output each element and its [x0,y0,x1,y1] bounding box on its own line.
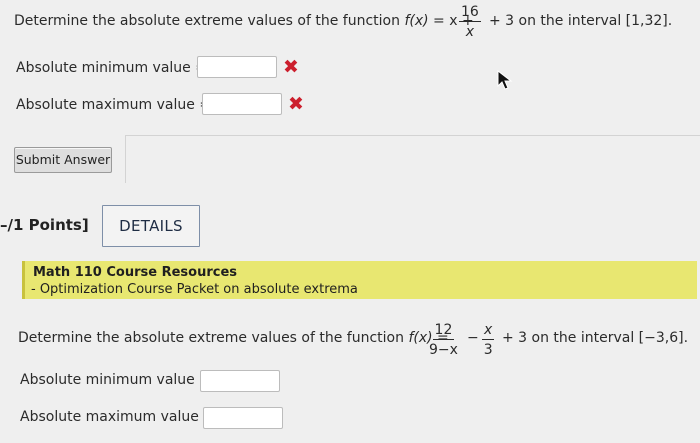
mouse-cursor-icon [497,69,513,94]
q1-fraction-denominator: x [465,24,475,40]
q2-min-label: Absolute minimum value = [20,372,211,388]
q1-min-label: Absolute minimum value = [16,60,207,76]
submit-row-left-border [125,135,126,183]
resources-link[interactable]: - Optimization Course Packet on absolute… [31,282,358,297]
q1-max-label: Absolute maximum value = [16,97,212,113]
q1-prompt-tail: + 3 on the interval [1,32]. [489,13,673,29]
q2-fraction-2-numerator: x [482,322,495,340]
q1-prompt: Determine the absolute extreme values of… [14,13,474,29]
q2-max-label: Absolute maximum value = [20,409,216,425]
q2-max-input[interactable] [203,407,283,429]
details-button[interactable]: DETAILS [102,205,200,247]
q2-fraction-1-numerator: 12 [432,322,455,340]
q1-max-input[interactable] [202,93,282,115]
q1-prompt-text: Determine the absolute extreme values of… [14,13,400,29]
q2-fraction-1: 12 9−x [429,323,458,357]
course-resources-banner: Math 110 Course Resources - Optimization… [22,261,697,299]
q1-fraction-numerator: 16 [459,4,481,22]
submit-row-top-border [125,135,700,136]
q2-fraction-1-denominator: 9−x [429,342,458,358]
q1-min-input[interactable] [197,56,277,78]
q1-max-incorrect-icon: ✖ [288,93,304,115]
q2-prompt-tail: + 3 on the interval [−3,6]. [502,330,689,346]
q1-min-incorrect-icon: ✖ [283,56,299,78]
resources-title: Math 110 Course Resources [33,265,238,280]
q2-prompt: Determine the absolute extreme values of… [18,330,449,346]
submit-answer-button[interactable]: Submit Answer [14,147,112,173]
q1-fraction: 16 x [459,5,481,39]
points-label: –/1 Points] [0,216,89,234]
q2-min-input[interactable] [200,370,280,392]
q2-fraction-2-denominator: 3 [483,342,493,358]
q2-minus: − [467,330,479,346]
q2-fraction-2: x 3 [482,322,495,358]
q2-prompt-text: Determine the absolute extreme values of… [18,330,404,346]
q1-function-name: f(x) [404,13,429,29]
